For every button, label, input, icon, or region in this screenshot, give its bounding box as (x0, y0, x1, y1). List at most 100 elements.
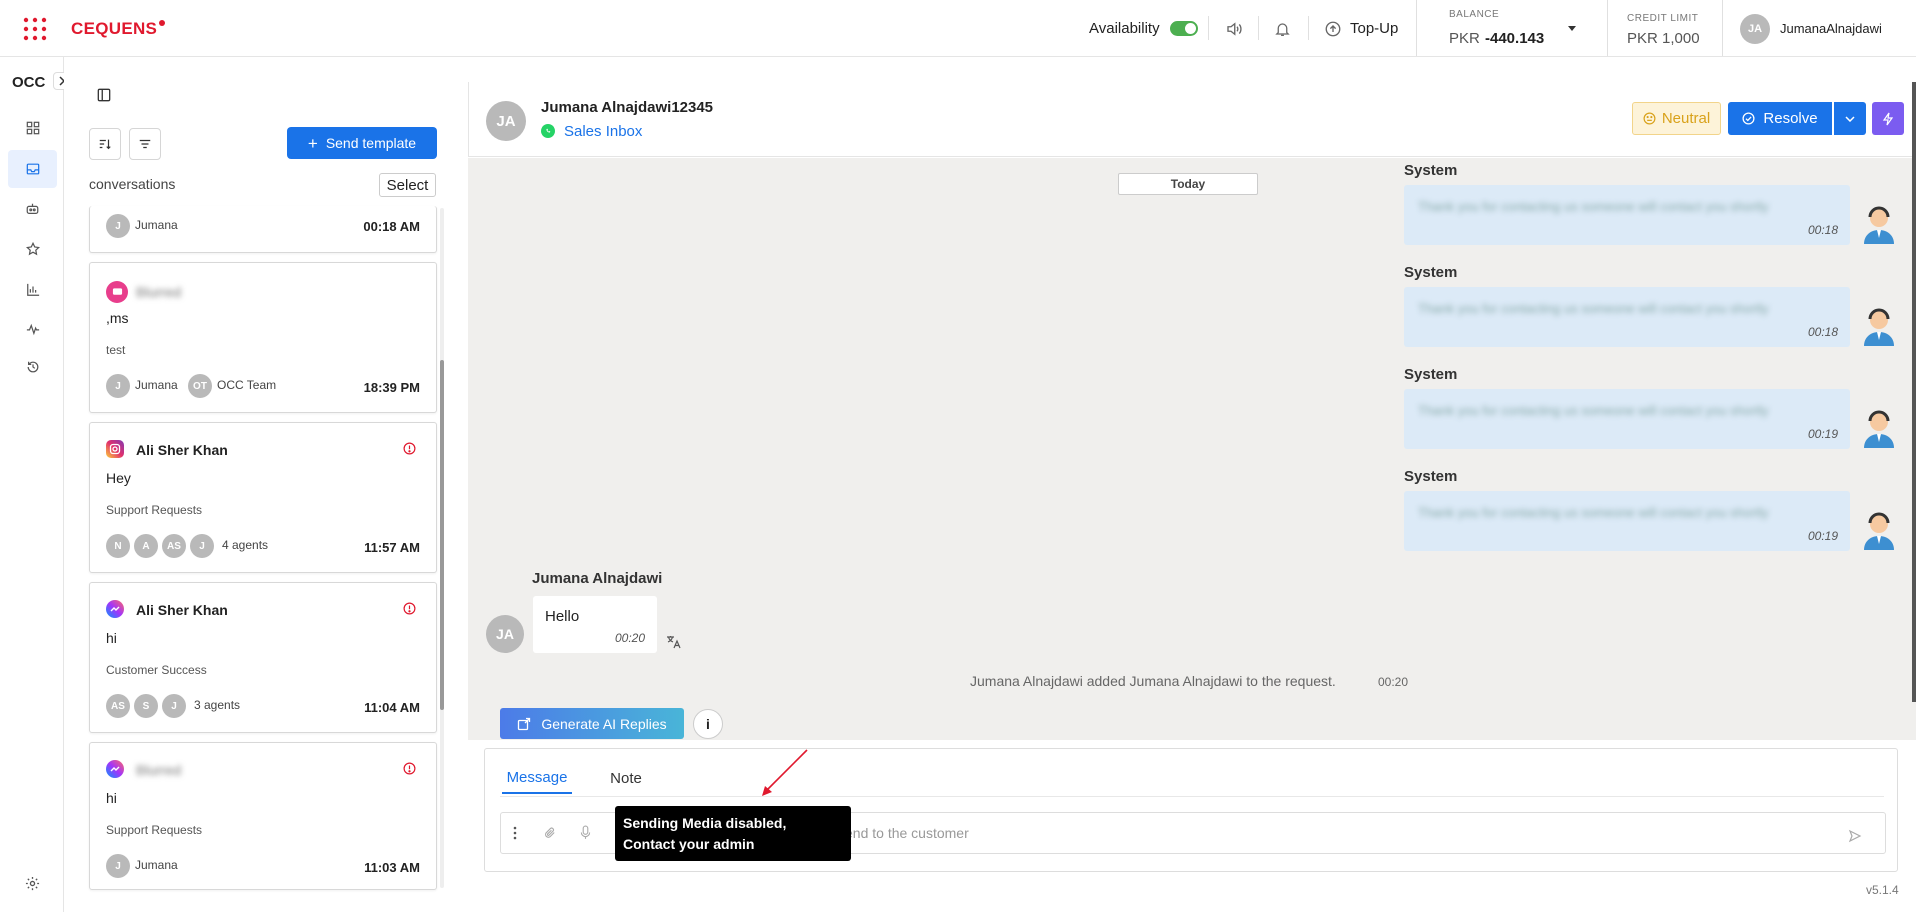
topup-icon[interactable] (1324, 20, 1342, 38)
filter-icon (139, 139, 151, 149)
balance-value: -440.143 (1485, 30, 1545, 47)
message-time: 00:19 (1807, 427, 1838, 441)
apps-grid-icon[interactable] (23, 17, 47, 41)
topup-button[interactable]: Top-Up (1350, 20, 1398, 37)
sentiment-label: Neutral (1661, 110, 1711, 127)
agent-avatar: J (106, 214, 130, 238)
brand-logo: CEQUENS (71, 19, 158, 38)
agent-support-avatar-icon (1864, 512, 1894, 550)
team-label: test (106, 343, 126, 357)
user-name[interactable]: JumanaAlnajdawi (1780, 21, 1882, 36)
annotation-arrow (762, 749, 808, 796)
brand-logo-dot (159, 20, 165, 26)
agent-avatar: J (106, 854, 130, 878)
ai-generate-icon (518, 717, 531, 730)
agents-count: 4 agents (222, 538, 269, 552)
media-disabled-tooltip: Sending Media disabled, Contact your adm… (615, 806, 851, 861)
neutral-face-icon (1643, 112, 1656, 125)
bell-icon[interactable] (1274, 20, 1291, 38)
balance-currency: PKR (1449, 30, 1480, 47)
rail-bot-icon[interactable] (8, 190, 57, 228)
rail-history-icon[interactable] (8, 348, 57, 386)
alert-icon (403, 442, 416, 455)
ai-button-label: Generate AI Replies (541, 715, 667, 732)
rail-dashboard-icon[interactable] (8, 109, 57, 147)
quick-action-button[interactable] (1872, 102, 1904, 135)
team-label: Customer Success (106, 663, 207, 677)
chat-scrollbar[interactable] (1912, 82, 1916, 702)
message-preview: Hey (106, 470, 131, 486)
credit-limit-label: CREDIT LIMIT (1627, 13, 1699, 24)
select-button[interactable]: Select (379, 173, 436, 197)
sentiment-badge[interactable]: Neutral (1632, 102, 1721, 135)
filter-button[interactable] (129, 128, 161, 160)
chevron-down-icon (1845, 115, 1855, 122)
message-preview: hi (106, 630, 117, 646)
agent-avatar: AS (162, 534, 186, 558)
send-template-button[interactable]: + Send template (287, 127, 437, 159)
conversation-time: 18:39 PM (363, 380, 420, 395)
composer-divider (500, 796, 1884, 797)
settings-gear-icon[interactable] (8, 864, 57, 902)
contact-name: Blurred (136, 284, 182, 300)
conversation-card[interactable]: J Jumana 00:18 AM (89, 206, 437, 253)
rail-reports-icon[interactable] (8, 271, 57, 309)
contact-name: Blurred (136, 762, 182, 778)
check-circle-icon (1742, 112, 1755, 125)
attachment-icon[interactable] (544, 826, 557, 840)
system-message-text: Thank you for contacting us someone will… (1418, 301, 1769, 316)
agent-avatar: N (106, 534, 130, 558)
rail-activity-icon[interactable] (8, 310, 57, 348)
conversation-card[interactable]: Ali Sher Khan hi Customer Success AS S J… (89, 582, 437, 733)
panel-collapse-icon[interactable] (97, 88, 111, 102)
conversation-card[interactable]: Blurred hi Support Requests J Jumana 11:… (89, 742, 437, 890)
message-preview: hi (106, 790, 117, 806)
rail-inbox-icon[interactable] (8, 150, 57, 188)
resolve-label: Resolve (1763, 110, 1818, 127)
message-time: 00:19 (1807, 529, 1838, 543)
system-sender-label: System (1404, 162, 1458, 179)
customer-message: Hello 00:20 (533, 596, 657, 653)
left-rail: OCC (0, 57, 71, 912)
tab-message[interactable]: Message (502, 762, 572, 794)
agent-support-avatar-icon (1864, 410, 1894, 448)
balance-dropdown-icon[interactable] (1567, 24, 1577, 32)
conversation-card[interactable]: Ali Sher Khan Hey Support Requests N A A… (89, 422, 437, 573)
tab-note[interactable]: Note (596, 762, 656, 794)
contact-name-title: Jumana Alnajdawi12345 (541, 99, 714, 116)
lightning-icon (1882, 112, 1894, 125)
resolve-dropdown-button[interactable] (1834, 102, 1866, 135)
conversation-card[interactable]: Blurred ,ms test J Jumana OT OCC Team 18… (89, 262, 437, 413)
tooltip-line-1: Sending Media disabled, (623, 815, 787, 831)
send-icon[interactable] (1848, 829, 1862, 843)
message-time: 00:18 (1807, 223, 1838, 237)
sort-button[interactable] (89, 128, 121, 160)
rail-star-icon[interactable] (8, 230, 57, 268)
instagram-icon (106, 440, 124, 458)
version-label: v5.1.4 (1866, 883, 1899, 897)
resolve-button[interactable]: Resolve (1728, 102, 1832, 135)
system-message: Thank you for contacting us someone will… (1404, 287, 1850, 347)
date-divider: Today (1118, 173, 1258, 195)
info-button[interactable]: i (693, 709, 723, 739)
microphone-icon[interactable] (580, 825, 591, 840)
chat-messages-area (468, 158, 1916, 740)
agent-name: Jumana (135, 218, 178, 232)
more-options-icon[interactable] (512, 825, 518, 841)
agents-count: 3 agents (194, 698, 241, 712)
generate-ai-replies-button[interactable]: Generate AI Replies (500, 708, 684, 739)
availability-toggle[interactable] (1170, 21, 1198, 36)
sort-icon (99, 139, 111, 150)
conversation-list-scrollbar[interactable] (440, 208, 444, 888)
agent-avatar: AS (106, 694, 130, 718)
speaker-icon[interactable] (1225, 20, 1243, 38)
contact-name: Ali Sher Khan (136, 442, 228, 458)
user-avatar[interactable]: JA (1740, 14, 1770, 44)
system-sender-label: System (1404, 264, 1458, 281)
translate-icon[interactable] (666, 635, 682, 649)
event-text: Jumana Alnajdawi added Jumana Alnajdawi … (970, 673, 1336, 689)
inbox-link[interactable]: Sales Inbox (564, 123, 642, 140)
customer-sender-label: Jumana Alnajdawi (532, 570, 663, 587)
agent-name: OCC Team (217, 378, 277, 392)
top-bar: CEQUENS Availability Top-Up BALANCE PKR … (0, 0, 1916, 57)
